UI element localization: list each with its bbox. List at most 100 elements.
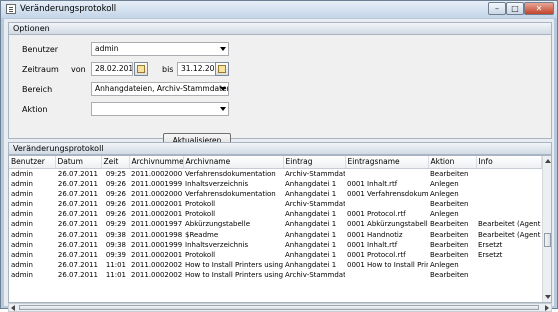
table-cell xyxy=(476,189,541,199)
horizontal-scrollbar[interactable] xyxy=(8,303,552,312)
title-bar[interactable]: Veränderungsprotokoll – □ ✕ xyxy=(1,1,557,18)
scrollbar-thumb[interactable] xyxy=(544,233,551,248)
table-cell: Anlegen xyxy=(430,179,459,188)
table-cell: Anhangdatei 1 xyxy=(285,179,337,188)
table-cell: Bearbeiten xyxy=(430,230,469,239)
table-cell: 26.07.2011 xyxy=(57,230,98,239)
table-row[interactable]: admin 26.07.2011 09:26 2011.0002001 Protokol… xyxy=(9,209,541,219)
table-row[interactable]: admin 26.07.2011 11:01 2011.0002002 How to I… xyxy=(9,270,541,280)
chevron-down-icon xyxy=(220,107,226,111)
column-header[interactable]: Zeit xyxy=(101,156,130,169)
bis-date-field[interactable]: 31.12.2012 xyxy=(177,62,219,76)
scroll-down-icon[interactable] xyxy=(545,295,551,299)
von-date-field[interactable]: 28.02.2011 xyxy=(91,62,133,76)
column-header[interactable]: Eintragsname xyxy=(345,156,429,169)
column-header[interactable]: Info xyxy=(476,156,542,169)
log-grid[interactable]: Benutzer Datum Zeit Archivnummer Archivname E… xyxy=(8,155,552,303)
table-cell: Bearbeiten xyxy=(430,169,469,178)
table-row[interactable]: admin 26.07.2011 09:39 2011.0002001 Protokol… xyxy=(9,250,541,260)
calendar-icon xyxy=(137,65,145,73)
vertical-scrollbar[interactable] xyxy=(542,156,551,302)
column-header[interactable]: Eintrag xyxy=(283,156,346,169)
table-cell: admin xyxy=(11,230,33,239)
table-cell: Anhangdatei 1 xyxy=(285,220,337,229)
table-cell: Verfahrensdokumentation xyxy=(185,169,276,178)
window-title: Veränderungsprotokoll xyxy=(20,4,117,14)
chevron-down-icon xyxy=(220,47,226,51)
options-header: Optionen xyxy=(8,22,552,35)
table-cell: Bearbeitet (Agent) xyxy=(478,230,541,239)
table-cell xyxy=(476,179,541,189)
column-header[interactable]: Archivnummer xyxy=(129,156,184,169)
table-cell: 2011.0001998 xyxy=(131,230,183,239)
table-row[interactable]: admin 26.07.2011 11:01 2011.0002002 How to I… xyxy=(9,260,541,270)
table-cell: 09:29 xyxy=(105,220,126,229)
table-row[interactable]: admin 26.07.2011 09:38 2011.0001999 Inhaltsv… xyxy=(9,240,541,250)
column-header[interactable]: Benutzer xyxy=(9,156,56,169)
table-cell: admin xyxy=(11,179,33,188)
table-cell: Bearbeiten xyxy=(430,250,469,259)
table-cell: Anhangdatei 1 xyxy=(285,189,337,198)
bis-calendar-button[interactable] xyxy=(215,62,229,76)
table-row[interactable]: admin 26.07.2011 09:25 2011.0002000 Verfahre… xyxy=(9,168,541,179)
maximize-button[interactable]: □ xyxy=(506,2,524,15)
table-cell: 09:38 xyxy=(105,230,126,239)
table-cell: Anhangdatei 1 xyxy=(285,261,337,270)
table-cell: Protokoll xyxy=(185,199,216,208)
aktion-label: Aktion xyxy=(22,105,48,114)
column-header[interactable]: Datum xyxy=(55,156,102,169)
von-calendar-button[interactable] xyxy=(134,62,148,76)
scrollbar-thumb[interactable] xyxy=(19,305,539,310)
table-cell: 0001 Verfahrensdokume xyxy=(347,189,428,198)
table-header-row: Benutzer Datum Zeit Archivnummer Archivname E… xyxy=(9,156,542,169)
table-cell: 2011.0002001 xyxy=(131,210,183,219)
bereich-label: Bereich xyxy=(22,85,53,94)
aktion-dropdown[interactable] xyxy=(91,102,229,116)
window-client-area: Optionen Benutzer admin Zeitraum von 28.… xyxy=(4,19,554,312)
close-button[interactable]: ✕ xyxy=(524,2,554,15)
table-cell: 26.07.2011 xyxy=(57,240,98,249)
table-cell: 2011.0002001 xyxy=(131,250,183,259)
table-cell: admin xyxy=(11,189,33,198)
table-cell: Protokoll xyxy=(185,250,216,259)
table-cell: 26.07.2011 xyxy=(57,261,98,270)
table-cell: 09:26 xyxy=(105,189,126,198)
table-cell: 26.07.2011 xyxy=(57,199,98,208)
minimize-button[interactable]: – xyxy=(488,2,506,15)
table-cell: Anhangdatei 1 xyxy=(285,240,337,249)
benutzer-label: Benutzer xyxy=(22,45,59,54)
table-cell: Abkürzungstabelle xyxy=(185,220,251,229)
table-row[interactable]: admin 26.07.2011 09:38 2011.0001998 $Readme A… xyxy=(9,229,541,239)
column-header[interactable]: Archivname xyxy=(183,156,284,169)
benutzer-dropdown[interactable]: admin xyxy=(91,42,229,56)
table-cell: admin xyxy=(11,261,33,270)
scroll-left-icon[interactable] xyxy=(11,305,15,311)
table-cell: 09:25 xyxy=(105,169,126,178)
scroll-right-icon[interactable] xyxy=(545,305,549,311)
table-cell: 26.07.2011 xyxy=(57,210,98,219)
bereich-dropdown[interactable]: Anhangdateien, Archiv-Stammdaten, Ar xyxy=(91,82,229,96)
scroll-up-icon[interactable] xyxy=(545,159,551,163)
table-cell xyxy=(345,168,428,179)
document-icon xyxy=(6,4,16,14)
table-cell: 11:01 xyxy=(105,271,126,280)
table-row[interactable]: admin 26.07.2011 09:26 2011.0002000 Verfahre… xyxy=(9,189,541,199)
table-cell: 09:38 xyxy=(105,240,126,249)
table-cell: 2011.0002000 xyxy=(131,169,183,178)
table-row[interactable]: admin 26.07.2011 09:26 2011.0002001 Protokol… xyxy=(9,199,541,209)
table-cell: 26.07.2011 xyxy=(57,250,98,259)
table-row[interactable]: admin 26.07.2011 09:29 2011.0001997 Abkürzun… xyxy=(9,219,541,229)
table-cell: 0001 Abkürzungstabelle xyxy=(347,220,428,229)
table-cell: 0001 Inhalt.rtf xyxy=(347,240,398,249)
log-header: Veränderungsprotokoll xyxy=(8,142,552,155)
table-cell: 2011.0002002 xyxy=(131,271,183,280)
table-row[interactable]: admin 26.07.2011 09:26 2011.0001999 Inhaltsv… xyxy=(9,179,541,189)
calendar-icon xyxy=(218,65,226,73)
table-cell: Bearbeiten xyxy=(430,220,469,229)
table-cell: 26.07.2011 xyxy=(57,169,98,178)
table-cell: admin xyxy=(11,199,33,208)
table-cell xyxy=(476,168,541,179)
table-cell: Bearbeitet (Agent) xyxy=(478,220,541,229)
column-header[interactable]: Aktion xyxy=(428,156,477,169)
table-cell: Bearbeiten xyxy=(430,240,469,249)
